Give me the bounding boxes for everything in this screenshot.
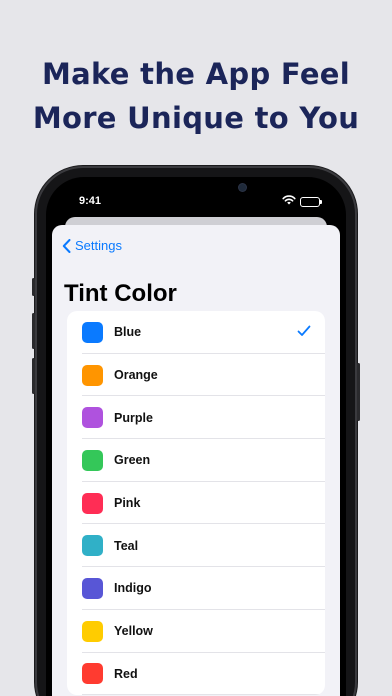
wifi-icon: [282, 195, 296, 208]
mute-switch: [32, 278, 35, 296]
volume-up-button: [32, 313, 35, 349]
tint-label: Red: [114, 666, 138, 681]
phone-frame: 9:41 Settings Tint Color Blue Orange Pur…: [32, 168, 360, 696]
tint-row-indigo[interactable]: Indigo: [67, 567, 325, 610]
phone-screen: 9:41 Settings Tint Color Blue Orange Pur…: [46, 177, 346, 696]
tint-label: Yellow: [114, 624, 153, 639]
back-button-label: Settings: [75, 238, 122, 253]
promo-headline: Make the App Feel More Unique to You: [0, 52, 392, 140]
headline-line-2: More Unique to You: [32, 101, 360, 135]
tint-row-purple[interactable]: Purple: [67, 396, 325, 439]
tint-label: Purple: [114, 410, 153, 425]
color-swatch: [82, 321, 103, 343]
tint-label: Pink: [114, 496, 141, 511]
tint-color-list: Blue Orange Purple Green Pink Teal Indigo Yello…: [67, 311, 325, 696]
settings-sheet: Settings Tint Color Blue Orange Purple Gree…: [52, 225, 340, 696]
power-button: [357, 363, 360, 421]
tint-label: Orange: [114, 368, 158, 383]
notch: [136, 177, 256, 201]
color-swatch: [82, 663, 103, 685]
tint-row-blue[interactable]: Blue: [67, 311, 325, 354]
color-swatch: [82, 364, 103, 386]
color-swatch: [82, 620, 103, 642]
tint-label: Blue: [114, 325, 142, 340]
tint-label: Indigo: [114, 581, 152, 596]
color-swatch: [82, 577, 103, 599]
tint-row-pink[interactable]: Pink: [67, 482, 325, 525]
tint-label: Teal: [114, 538, 139, 553]
battery-icon: [300, 196, 322, 207]
tint-label: Green: [114, 453, 151, 468]
camera-icon: [239, 184, 246, 191]
color-swatch: [82, 449, 103, 471]
page-title: Tint Color: [64, 280, 177, 307]
color-swatch: [82, 535, 103, 557]
volume-down-button: [32, 358, 35, 394]
checkmark-icon: [297, 325, 311, 336]
color-swatch: [82, 407, 103, 429]
chevron-left-icon: [62, 238, 71, 253]
tint-row-red[interactable]: Red: [67, 653, 325, 696]
status-time: 9:41: [79, 195, 102, 207]
tint-row-teal[interactable]: Teal: [67, 524, 325, 567]
color-swatch: [82, 492, 103, 514]
headline-line-1: Make the App Feel: [41, 57, 351, 91]
tint-row-green[interactable]: Green: [67, 439, 325, 482]
tint-row-orange[interactable]: Orange: [67, 354, 325, 397]
tint-row-yellow[interactable]: Yellow: [67, 610, 325, 653]
back-button[interactable]: Settings: [62, 238, 122, 253]
